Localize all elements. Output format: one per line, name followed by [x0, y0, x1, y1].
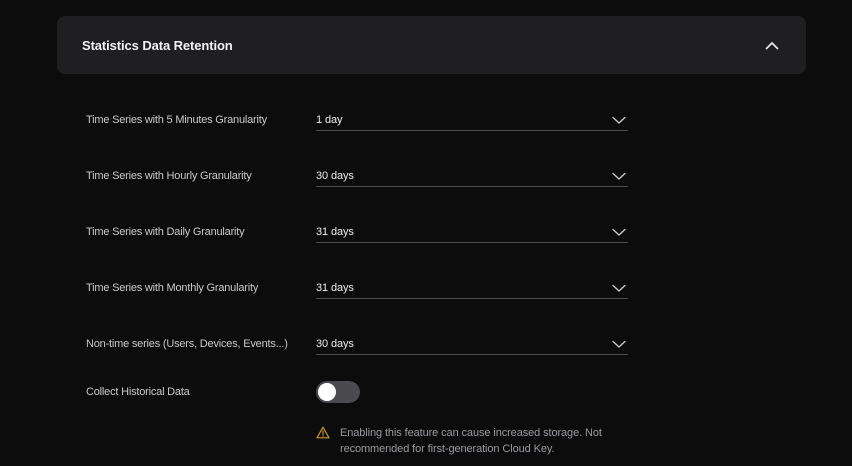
select-non-time-series[interactable]: 30 days [316, 334, 628, 355]
warning-triangle-icon [316, 426, 330, 439]
select-value: 31 days [316, 282, 354, 294]
select-value: 30 days [316, 338, 354, 350]
retention-row-5min: Time Series with 5 Minutes Granularity 1… [86, 110, 628, 131]
retention-row-daily: Time Series with Daily Granularity 31 da… [86, 222, 628, 243]
collect-historical-label: Collect Historical Data [86, 386, 190, 398]
collapse-button[interactable] [764, 37, 780, 53]
select-monthly-granularity[interactable]: 31 days [316, 278, 628, 299]
chevron-down-icon [612, 340, 626, 348]
select-value: 30 days [316, 170, 354, 182]
collect-historical-toggle[interactable] [316, 381, 360, 403]
retention-row-non-time-series: Non-time series (Users, Devices, Events.… [86, 334, 628, 355]
row-label: Time Series with Hourly Granularity [86, 170, 252, 182]
chevron-up-icon [765, 41, 779, 49]
retention-row-hourly: Time Series with Hourly Granularity 30 d… [86, 166, 628, 187]
chevron-down-icon [612, 172, 626, 180]
select-daily-granularity[interactable]: 31 days [316, 222, 628, 243]
chevron-down-icon [612, 284, 626, 292]
row-label: Time Series with 5 Minutes Granularity [86, 114, 267, 126]
row-label: Time Series with Daily Granularity [86, 226, 245, 238]
chevron-down-icon [612, 228, 626, 236]
select-5min-granularity[interactable]: 1 day [316, 110, 628, 131]
warning-text: Enabling this feature can cause increase… [340, 427, 602, 455]
retention-row-monthly: Time Series with Monthly Granularity 31 … [86, 278, 628, 299]
select-hourly-granularity[interactable]: 30 days [316, 166, 628, 187]
section-header-statistics-retention[interactable]: Statistics Data Retention [57, 16, 806, 74]
collect-historical-row: Collect Historical Data [86, 381, 628, 403]
row-label: Time Series with Monthly Granularity [86, 282, 259, 294]
toggle-knob [318, 383, 336, 401]
section-title: Statistics Data Retention [82, 37, 233, 53]
select-value: 1 day [316, 114, 343, 126]
select-value: 31 days [316, 226, 354, 238]
chevron-down-icon [612, 116, 626, 124]
row-label: Non-time series (Users, Devices, Events.… [86, 338, 288, 350]
